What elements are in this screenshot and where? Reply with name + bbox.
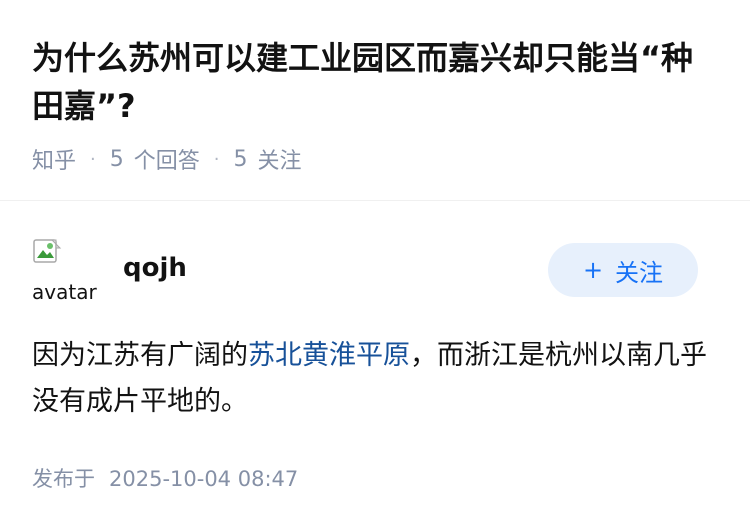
follower-count-label: 关注 [257, 149, 302, 174]
answer-keyword-link[interactable]: 苏北黄淮平原 [248, 340, 410, 371]
answer-count-label: 个回答 [133, 149, 200, 174]
author-name[interactable]: qojh [123, 251, 187, 285]
separator-dot: · [213, 148, 220, 170]
plus-icon: + [582, 256, 604, 284]
publish-time: 2025-10-04 08:47 [109, 467, 299, 491]
follower-count: 5 [233, 146, 248, 172]
answer-count: 5 [109, 146, 124, 172]
avatar-alt-text: avatar [32, 280, 97, 302]
question-title[interactable]: 为什么苏州可以建工业园区而嘉兴却只能当“种田嘉”? [32, 34, 722, 130]
follow-button-label: 关注 [615, 258, 664, 287]
publish-info: 发布于 2025-10-04 08:47 [32, 463, 298, 493]
question-meta: 知乎 · 5 个回答 · 5 关注 [32, 142, 302, 176]
separator-dot: · [90, 148, 96, 170]
avatar[interactable]: avatar [32, 238, 100, 302]
publish-label: 发布于 [32, 467, 95, 491]
answer-text-before: 因为江苏有广阔的 [32, 340, 248, 371]
answer-content: 因为江苏有广阔的苏北黄淮平原，而浙江是杭州以南几乎没有成片平地的。 [32, 333, 712, 425]
question-header: 为什么苏州可以建工业园区而嘉兴却只能当“种田嘉”? 知乎 · 5 个回答 · 5… [0, 0, 750, 201]
follow-button[interactable]: + 关注 [548, 243, 698, 297]
answer-card: avatar qojh + 关注 因为江苏有广阔的苏北黄淮平原，而浙江是杭州以南… [0, 201, 750, 532]
broken-image-icon [33, 239, 62, 263]
source-label[interactable]: 知乎 [32, 143, 76, 175]
